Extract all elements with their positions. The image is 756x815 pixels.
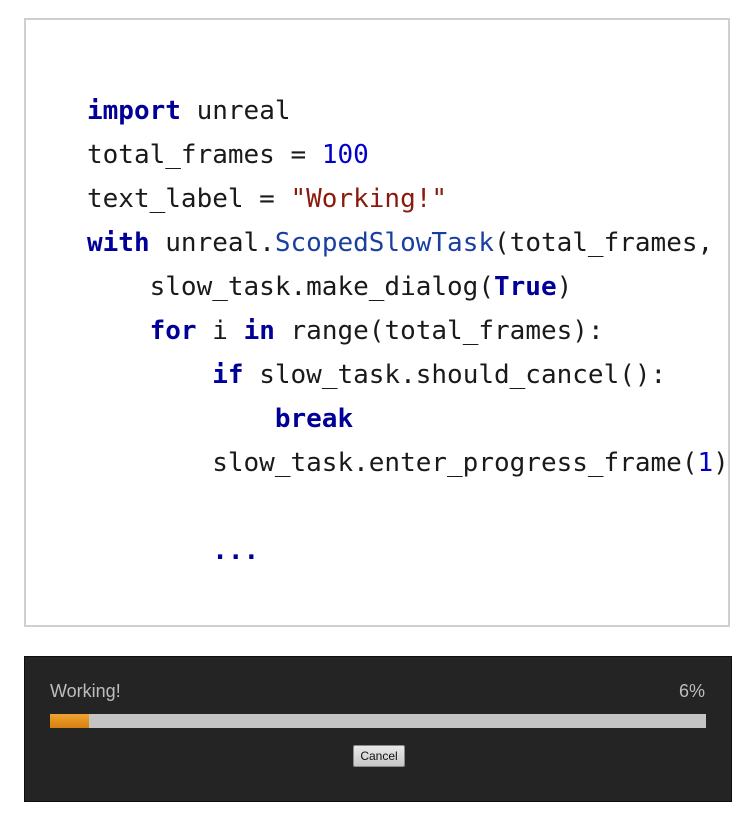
progress-percent: 6% xyxy=(678,681,705,701)
code-token: 1 xyxy=(697,448,714,478)
code-token: total_frames = xyxy=(87,140,322,170)
code-line: with unreal.ScopedSlowTask(total_frames,… xyxy=(87,221,728,265)
code-token: break xyxy=(274,404,354,434)
code-token: i xyxy=(196,316,244,346)
code-token: unreal. xyxy=(149,228,275,258)
code-token: True xyxy=(494,272,557,302)
code-block: import unreal total_frames = 100 text_labe… xyxy=(87,89,729,573)
slow-task-progress-dialog: Working! 6% Cancel xyxy=(24,656,732,802)
code-token: 100 xyxy=(321,140,369,170)
code-token: import xyxy=(87,96,181,126)
progress-bar-fill xyxy=(50,714,90,728)
code-token: ) xyxy=(713,448,729,478)
code-token: ) xyxy=(556,272,573,302)
code-token: (total_frames, text_label) xyxy=(494,228,714,258)
code-token: "Working!" xyxy=(290,184,448,214)
code-token: slow_task.enter_progress_frame( xyxy=(87,448,698,478)
code-token: ... xyxy=(212,536,260,566)
code-line: if slow_task.should_cancel(): xyxy=(87,353,728,397)
code-line: text_label = "Working!" xyxy=(87,177,728,221)
code-token: ScopedSlowTask xyxy=(274,228,495,258)
progress-bar-track xyxy=(50,714,706,728)
code-token: in xyxy=(243,316,275,346)
code-line: slow_task.enter_progress_frame(1) xyxy=(87,441,729,485)
code-token: range(total_frames): xyxy=(274,316,604,346)
code-line: total_frames = 100 xyxy=(87,133,728,177)
code-token: for xyxy=(149,316,197,346)
code-line: ... xyxy=(87,529,728,573)
code-token: with xyxy=(87,228,150,258)
code-token: slow_task.should_cancel(): xyxy=(243,360,667,390)
code-token: text_label = xyxy=(87,184,291,214)
code-line: slow_task.make_dialog(True) xyxy=(87,265,728,309)
code-line: import unreal xyxy=(87,89,728,133)
code-token: if xyxy=(212,360,244,390)
code-token: unreal xyxy=(180,96,291,126)
progress-label: Working! xyxy=(50,681,121,701)
code-line: break xyxy=(87,397,728,441)
cancel-button[interactable]: Cancel xyxy=(353,745,405,767)
code-token: slow_task.make_dialog( xyxy=(87,272,494,302)
code-snippet-panel: import unreal total_frames = 100 text_labe… xyxy=(24,18,730,627)
code-line: for i in range(total_frames): xyxy=(87,309,728,353)
